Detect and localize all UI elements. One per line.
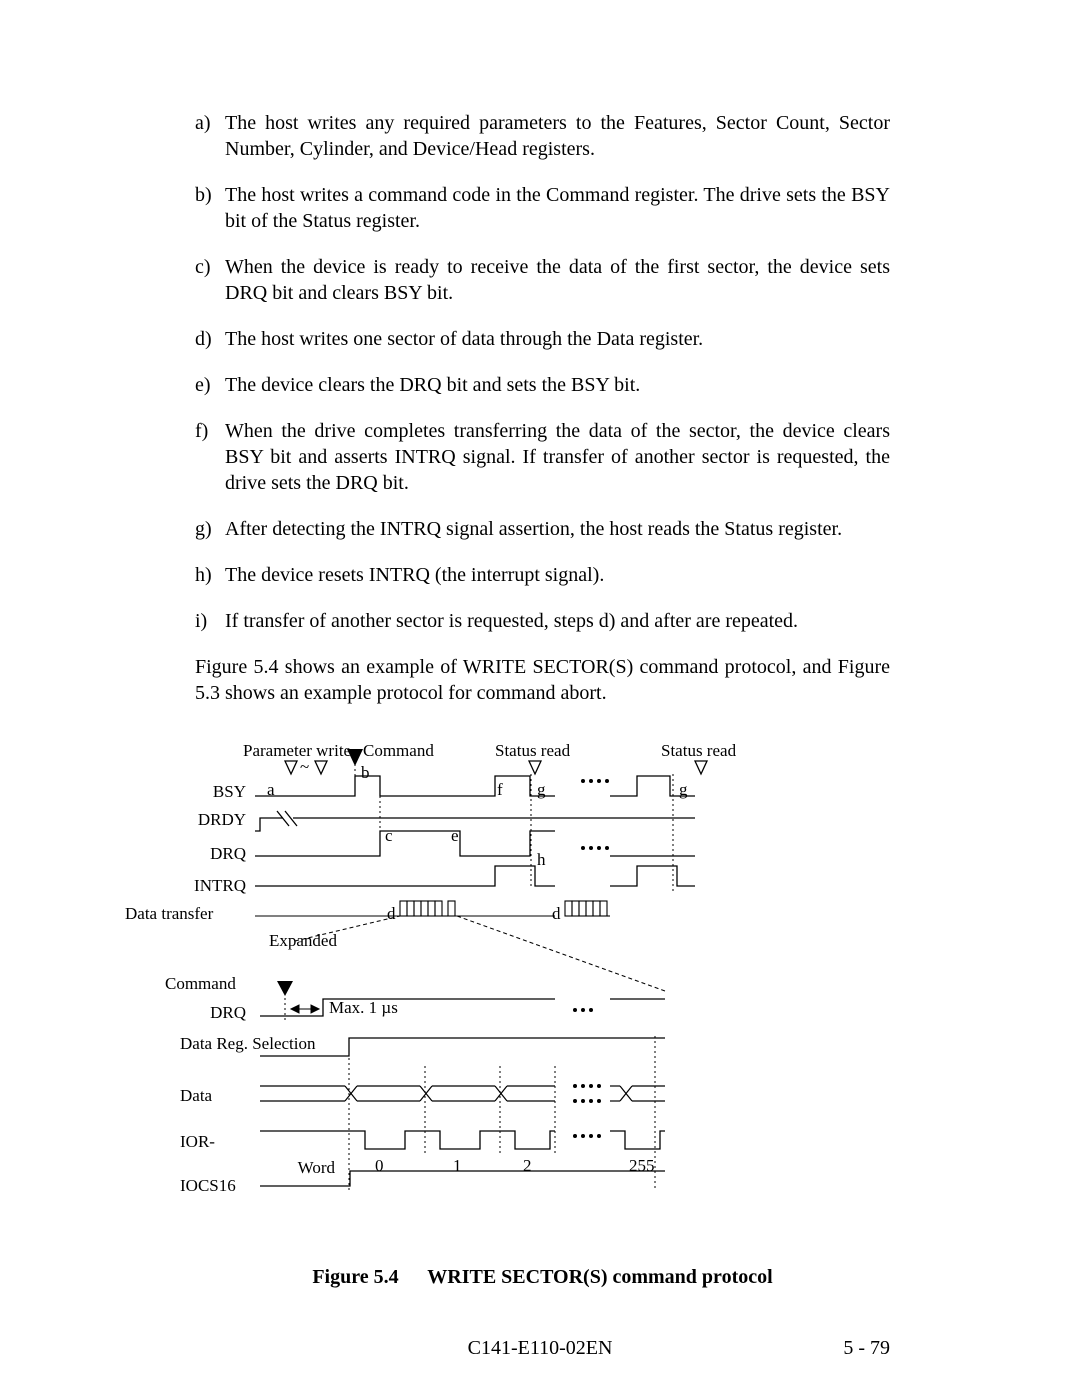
ann-g: g: [537, 780, 546, 800]
ann-g2: g: [679, 780, 688, 800]
list-text: The host writes a command code in the Co…: [225, 182, 890, 234]
ordered-list: a)The host writes any required parameter…: [195, 110, 890, 634]
paragraph: Figure 5.4 shows an example of WRITE SEC…: [195, 654, 890, 706]
label-command-top: Command: [363, 741, 434, 761]
list-text: After detecting the INTRQ signal asserti…: [225, 516, 890, 542]
list-item-e: e)The device clears the DRQ bit and sets…: [195, 372, 890, 398]
label-data-transfer: Data transfer: [125, 904, 285, 924]
ann-h: h: [537, 850, 546, 870]
ann-b: b: [361, 763, 370, 783]
word-2: 2: [523, 1156, 532, 1176]
label-drdy: DRDY: [190, 810, 246, 830]
list-label: i): [195, 608, 225, 634]
word-0: 0: [375, 1156, 384, 1176]
list-label: h): [195, 562, 225, 588]
label-status-read-1: Status read: [495, 741, 570, 761]
label-data: Data: [180, 1086, 235, 1106]
ann-c: c: [385, 826, 393, 846]
label-command: Command: [165, 974, 260, 994]
list-text: The device resets INTRQ (the interrupt s…: [225, 562, 890, 588]
list-label: a): [195, 110, 225, 162]
list-item-a: a)The host writes any required parameter…: [195, 110, 890, 162]
list-item-d: d)The host writes one sector of data thr…: [195, 326, 890, 352]
word-255: 255: [629, 1156, 655, 1176]
list-label: b): [195, 182, 225, 234]
page: a)The host writes any required parameter…: [0, 0, 1080, 1397]
label-data-reg-sel: Data Reg. Selection: [180, 1034, 316, 1054]
word-1: 1: [453, 1156, 462, 1176]
figure-title: WRITE SECTOR(S) command protocol: [427, 1266, 772, 1288]
list-label: c): [195, 254, 225, 306]
label-ior: IOR-: [180, 1132, 235, 1152]
list-item-b: b)The host writes a command code in the …: [195, 182, 890, 234]
list-item-i: i)If transfer of another sector is reque…: [195, 608, 890, 634]
figure-caption: Figure 5.4 WRITE SECTOR(S) command proto…: [195, 1266, 890, 1289]
list-text: When the device is ready to receive the …: [225, 254, 890, 306]
ann-f: f: [497, 780, 503, 800]
list-item-g: g)After detecting the INTRQ signal asser…: [195, 516, 890, 542]
list-item-h: h)The device resets INTRQ (the interrupt…: [195, 562, 890, 588]
list-item-f: f)When the drive completes transferring …: [195, 418, 890, 496]
timing-diagram-figure: Parameter write Command Status read Stat…: [195, 736, 890, 1236]
label-expanded: Expanded: [269, 931, 337, 951]
label-iocs16: IOCS16: [180, 1176, 255, 1196]
label-bsy: BSY: [190, 782, 246, 802]
label-drq2: DRQ: [190, 1003, 246, 1023]
list-text: The device clears the DRQ bit and sets t…: [225, 372, 890, 398]
label-status-read-2: Status read: [661, 741, 736, 761]
list-text: The host writes one sector of data throu…: [225, 326, 890, 352]
tilde-icon: ~: [300, 757, 309, 777]
label-intrq: INTRQ: [185, 876, 246, 896]
ann-e: e: [451, 826, 459, 846]
ann-d: d: [387, 904, 396, 924]
list-label: d): [195, 326, 225, 352]
list-item-c: c)When the device is ready to receive th…: [195, 254, 890, 306]
ann-max: Max. 1 µs: [329, 998, 398, 1018]
list-label: g): [195, 516, 225, 542]
ann-a: a: [267, 780, 275, 800]
list-text: The host writes any required parameters …: [225, 110, 890, 162]
list-text: If transfer of another sector is request…: [225, 608, 890, 634]
label-parameter-write: Parameter write: [243, 741, 351, 761]
ann-d2: d: [552, 904, 561, 924]
footer-pagenum: 5 - 79: [843, 1337, 890, 1360]
label-word: Word: [280, 1158, 335, 1178]
figure-number: Figure 5.4: [312, 1266, 398, 1288]
list-label: e): [195, 372, 225, 398]
list-label: f): [195, 418, 225, 496]
footer-docnum: C141-E110-02EN: [468, 1337, 613, 1360]
label-drq: DRQ: [190, 844, 246, 864]
list-text: When the drive completes transferring th…: [225, 418, 890, 496]
